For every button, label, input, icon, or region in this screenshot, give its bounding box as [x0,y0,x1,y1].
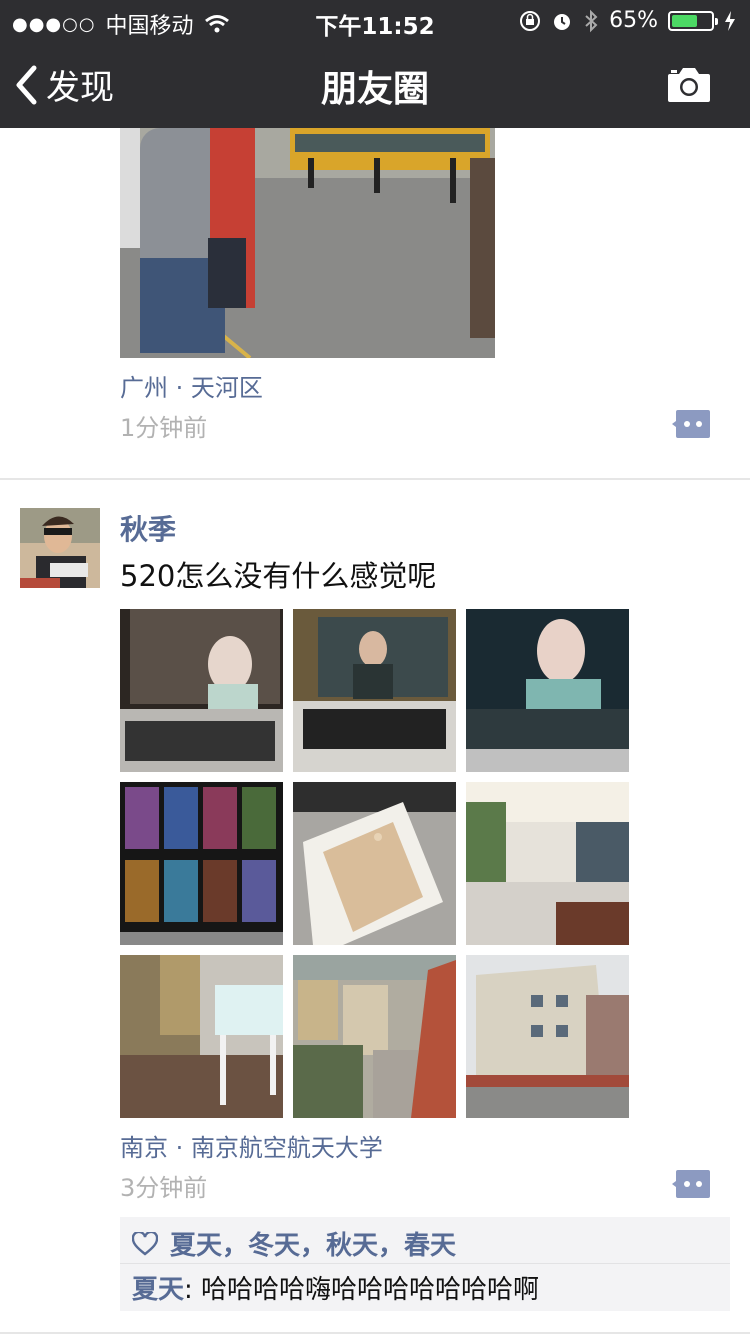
likes-row: 夏天，冬天，秋天，春天 [132,1225,456,1262]
comment-row[interactable]: 夏天: 哈哈哈哈嗨哈哈哈哈哈哈哈啊 [132,1269,539,1306]
photo-thumbnail[interactable] [293,609,456,772]
nav-bar: 发现 朋友圈 [0,40,750,128]
comment-separator: : [184,1275,202,1305]
rotation-lock-icon [520,10,541,31]
photo-thumbnail[interactable] [466,955,629,1118]
photo-thumbnail[interactable] [293,782,456,945]
comment-action-icon[interactable] [672,410,710,438]
photo-thumbnail[interactable] [466,609,629,772]
bluetooth-icon [585,9,598,32]
page-title: 朋友圈 [320,69,429,110]
likes-divider [120,1263,730,1264]
photo-thumbnail[interactable] [120,609,283,772]
post-text: 520怎么没有什么感觉呢 [120,559,437,593]
post-divider [0,478,750,480]
battery-percent: 65% [609,8,658,33]
charging-bolt-icon [725,10,735,31]
camera-icon[interactable] [666,64,712,104]
likes-comments-panel: 夏天，冬天，秋天，春天 夏天: 哈哈哈哈嗨哈哈哈哈哈哈哈啊 [120,1217,730,1311]
status-bar: ●●●○○ 中国移动 下午11:52 65% [0,0,750,40]
likes-names[interactable]: 夏天，冬天，秋天，春天 [170,1225,456,1262]
photo-thumbnail[interactable] [120,782,283,945]
photo-thumbnail[interactable] [293,955,456,1118]
post-timestamp: 3分钟前 [120,1174,208,1202]
post-location[interactable]: 广州 · 天河区 [120,368,263,403]
post-photo[interactable] [120,128,495,358]
comment-text: 哈哈哈哈嗨哈哈哈哈哈哈哈啊 [201,1275,540,1305]
photo-thumbnail[interactable] [120,955,283,1118]
battery-icon [668,10,718,31]
comment-author[interactable]: 夏天 [132,1275,184,1305]
comment-action-icon[interactable] [672,1170,710,1198]
post-timestamp: 1分钟前 [120,414,208,442]
post-location[interactable]: 南京 · 南京航空航天大学 [120,1128,383,1163]
avatar[interactable] [20,508,100,588]
post-author[interactable]: 秋季 [120,508,176,548]
alarm-icon [554,13,571,30]
photo-thumbnail[interactable] [466,782,629,945]
heart-icon [132,1231,158,1256]
